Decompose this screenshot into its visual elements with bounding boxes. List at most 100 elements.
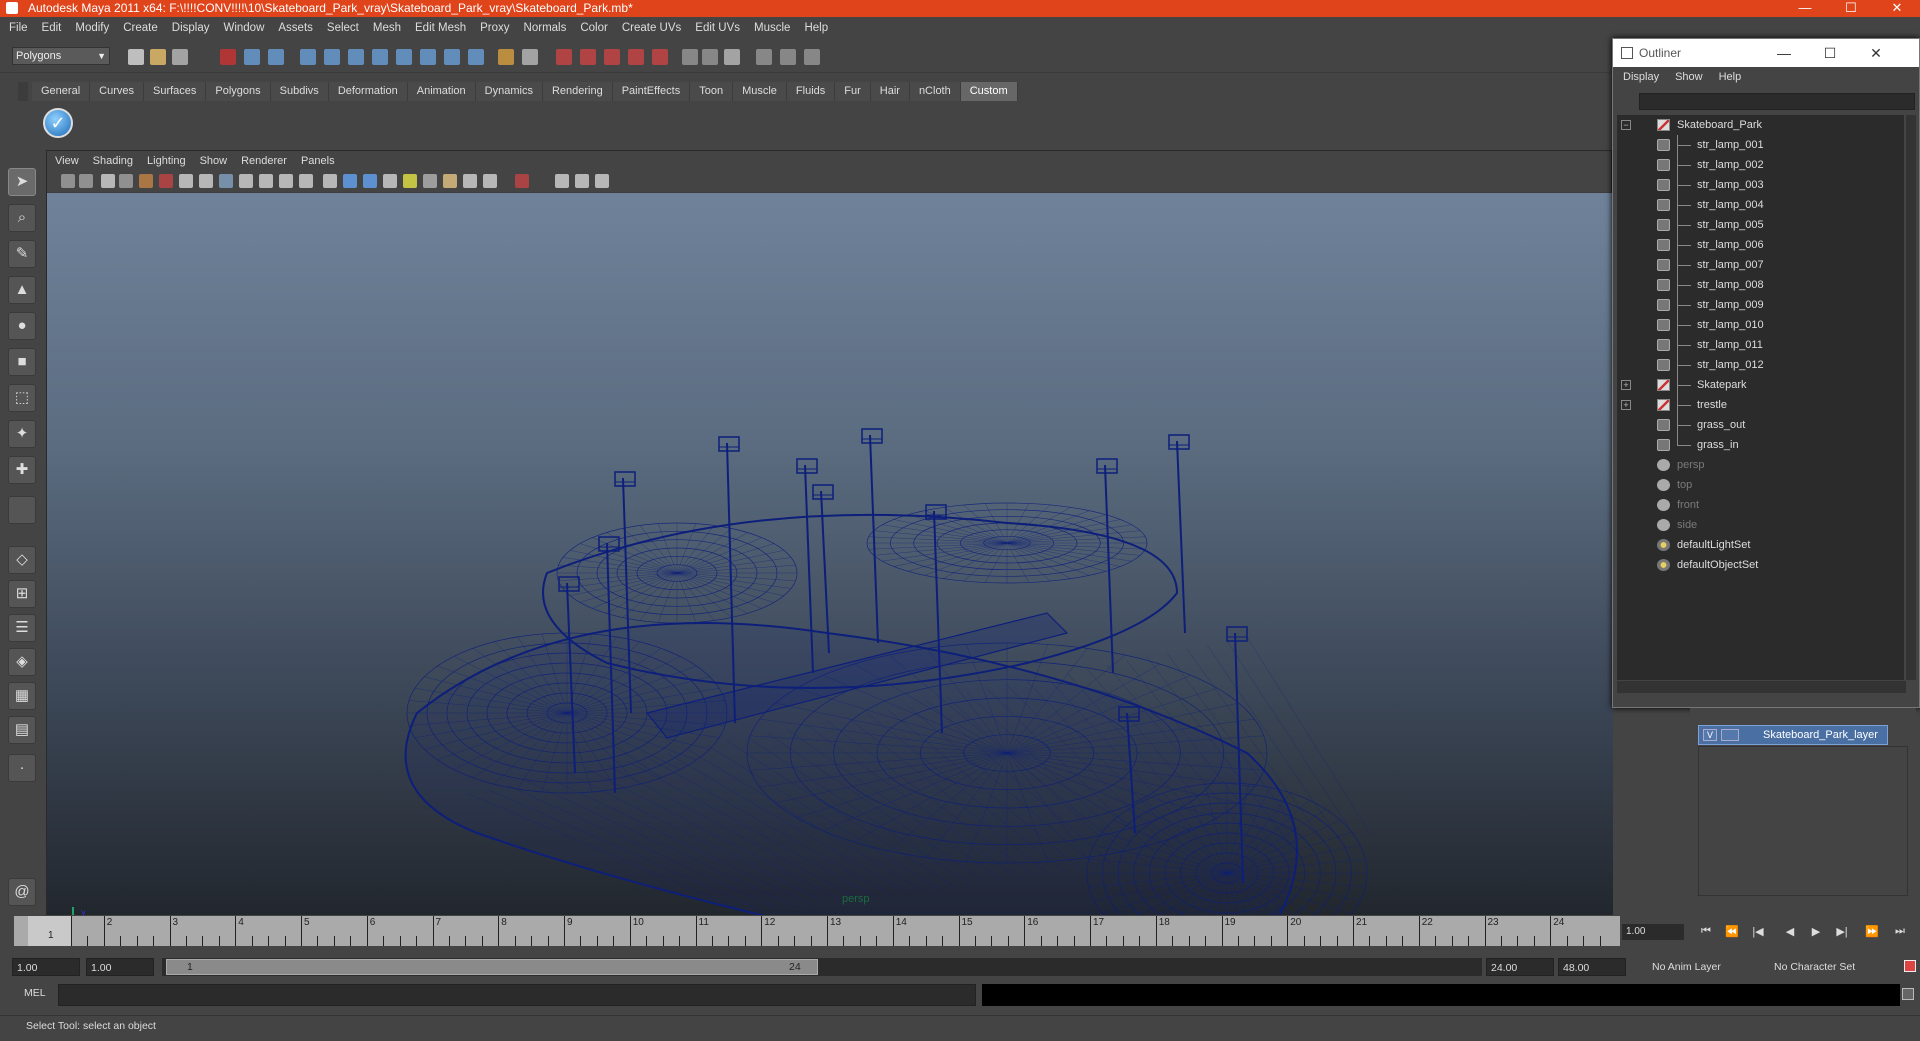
- minimize-icon[interactable]: —: [1761, 39, 1807, 67]
- menu-help[interactable]: Help: [804, 22, 828, 34]
- expand-icon[interactable]: +: [1621, 400, 1631, 410]
- play-backward-icon[interactable]: ◀: [1780, 925, 1800, 941]
- menu-create[interactable]: Create: [123, 22, 158, 34]
- menu-muscle[interactable]: Muscle: [754, 22, 790, 34]
- viewport-tool-icon[interactable]: [383, 174, 397, 188]
- outliner-item[interactable]: side: [1617, 515, 1904, 535]
- checkmark-icon[interactable]: ✓: [43, 108, 73, 138]
- outliner-item[interactable]: front: [1617, 495, 1904, 515]
- graph-layout-icon[interactable]: ◈: [8, 648, 36, 676]
- viewport-tool-icon[interactable]: [343, 174, 357, 188]
- snail-icon[interactable]: @: [8, 878, 36, 906]
- go-to-end-icon[interactable]: ⏭: [1890, 925, 1910, 941]
- menu-select[interactable]: Select: [327, 22, 359, 34]
- status-tool-icon[interactable]: [724, 49, 740, 65]
- mel-label[interactable]: MEL: [24, 987, 46, 999]
- current-time-field[interactable]: 1.00: [1622, 924, 1684, 940]
- move-tool-icon[interactable]: ▲: [8, 276, 36, 304]
- shelf-tab-toon[interactable]: Toon: [690, 82, 734, 101]
- menu-edit-uvs[interactable]: Edit UVs: [695, 22, 740, 34]
- outliner-item[interactable]: grass_out: [1617, 415, 1904, 435]
- select-tool-icon[interactable]: ➤: [8, 168, 36, 196]
- menu-window[interactable]: Window: [223, 22, 264, 34]
- menu-proxy[interactable]: Proxy: [480, 22, 509, 34]
- menu-edit[interactable]: Edit: [42, 22, 62, 34]
- status-tool-icon[interactable]: [244, 49, 260, 65]
- status-tool-icon[interactable]: [150, 49, 166, 65]
- shelf-tab-animation[interactable]: Animation: [407, 82, 476, 101]
- hypershade-layout-icon[interactable]: ▦: [8, 682, 36, 710]
- outliner-item[interactable]: str_lamp_003: [1617, 175, 1904, 195]
- menu-set-select[interactable]: Polygons ▼: [12, 47, 110, 65]
- viewport-tool-icon[interactable]: [443, 174, 457, 188]
- status-tool-icon[interactable]: [604, 49, 620, 65]
- layer-row[interactable]: V Skateboard_Park_layer: [1698, 725, 1888, 745]
- soft-mod-icon[interactable]: ✦: [8, 420, 36, 448]
- shelf-tab-curves[interactable]: Curves: [90, 82, 144, 101]
- step-forward-key-icon[interactable]: ▶|: [1832, 925, 1852, 941]
- viewport-menu-lighting[interactable]: Lighting: [147, 155, 186, 167]
- status-tool-icon[interactable]: [628, 49, 644, 65]
- menu-mesh[interactable]: Mesh: [373, 22, 401, 34]
- status-tool-icon[interactable]: [556, 49, 572, 65]
- shelf-tab-subdivs[interactable]: Subdivs: [270, 82, 329, 101]
- close-icon[interactable]: ✕: [1874, 0, 1920, 17]
- viewport-tool-icon[interactable]: [323, 174, 337, 188]
- status-tool-icon[interactable]: [498, 49, 514, 65]
- shelf-tab-dynamics[interactable]: Dynamics: [475, 82, 543, 101]
- viewport-tool-icon[interactable]: [259, 174, 273, 188]
- four-pane-layout-icon[interactable]: ⊞: [8, 580, 36, 608]
- status-tool-icon[interactable]: [420, 49, 436, 65]
- shelf-tab-deformation[interactable]: Deformation: [328, 82, 408, 101]
- shelf-tab-fur[interactable]: Fur: [835, 82, 871, 101]
- status-tool-icon[interactable]: [268, 49, 284, 65]
- outliner-item[interactable]: str_lamp_009: [1617, 295, 1904, 315]
- viewport-tool-icon[interactable]: [79, 174, 93, 188]
- time-slider[interactable]: 1234567891011121314151617181920212223241: [14, 916, 1620, 946]
- animation-start-field[interactable]: 1.00: [12, 958, 80, 976]
- outliner-persp-layout-icon[interactable]: ☰: [8, 614, 36, 642]
- uv-layout-icon[interactable]: ▤: [8, 716, 36, 744]
- expand-icon[interactable]: +: [1621, 380, 1631, 390]
- status-tool-icon[interactable]: [348, 49, 364, 65]
- viewport-tool-icon[interactable]: [463, 174, 477, 188]
- status-tool-icon[interactable]: [396, 49, 412, 65]
- status-tool-icon[interactable]: [756, 49, 772, 65]
- close-icon[interactable]: ✕: [1853, 39, 1899, 67]
- blank-tool-slot[interactable]: [8, 496, 36, 524]
- playback-end-field[interactable]: 24.00: [1486, 958, 1554, 976]
- outliner-item[interactable]: + trestle: [1617, 395, 1904, 415]
- menu-display[interactable]: Display: [172, 22, 210, 34]
- rotate-tool-icon[interactable]: ●: [8, 312, 36, 340]
- status-tool-icon[interactable]: [220, 49, 236, 65]
- status-tool-icon[interactable]: [444, 49, 460, 65]
- go-to-start-icon[interactable]: ⏮: [1696, 925, 1716, 941]
- scale-tool-icon[interactable]: ■: [8, 348, 36, 376]
- outliner-item[interactable]: defaultObjectSet: [1617, 555, 1904, 575]
- paint-select-icon[interactable]: ✎: [8, 240, 36, 268]
- layout-options-icon[interactable]: ·: [8, 754, 36, 782]
- playback-start-field[interactable]: 1.00: [86, 958, 154, 976]
- outliner-vertical-scrollbar[interactable]: [1906, 115, 1916, 680]
- outliner-item[interactable]: − Skateboard_Park: [1617, 115, 1904, 135]
- viewport-tool-icon[interactable]: [555, 174, 569, 188]
- viewport-menu-shading[interactable]: Shading: [93, 155, 133, 167]
- status-tool-icon[interactable]: [300, 49, 316, 65]
- status-tool-icon[interactable]: [372, 49, 388, 65]
- shelf-tab-hair[interactable]: Hair: [870, 82, 910, 101]
- outliner-item[interactable]: str_lamp_008: [1617, 275, 1904, 295]
- anim-layer-select[interactable]: No Anim Layer: [1648, 958, 1746, 976]
- viewport-menu-view[interactable]: View: [55, 155, 79, 167]
- status-tool-icon[interactable]: [128, 49, 144, 65]
- single-pane-layout-icon[interactable]: ◇: [8, 546, 36, 574]
- layer-playback-toggle[interactable]: [1721, 729, 1739, 741]
- minimize-icon[interactable]: —: [1782, 0, 1828, 17]
- collapse-icon[interactable]: −: [1621, 120, 1631, 130]
- viewport-tool-icon[interactable]: [139, 174, 153, 188]
- shelf-tab-muscle[interactable]: Muscle: [733, 82, 787, 101]
- viewport-tool-icon[interactable]: [595, 174, 609, 188]
- outliner-item[interactable]: top: [1617, 475, 1904, 495]
- shelf-tab-general[interactable]: General: [32, 82, 91, 101]
- status-tool-icon[interactable]: [522, 49, 538, 65]
- outliner-item[interactable]: persp: [1617, 455, 1904, 475]
